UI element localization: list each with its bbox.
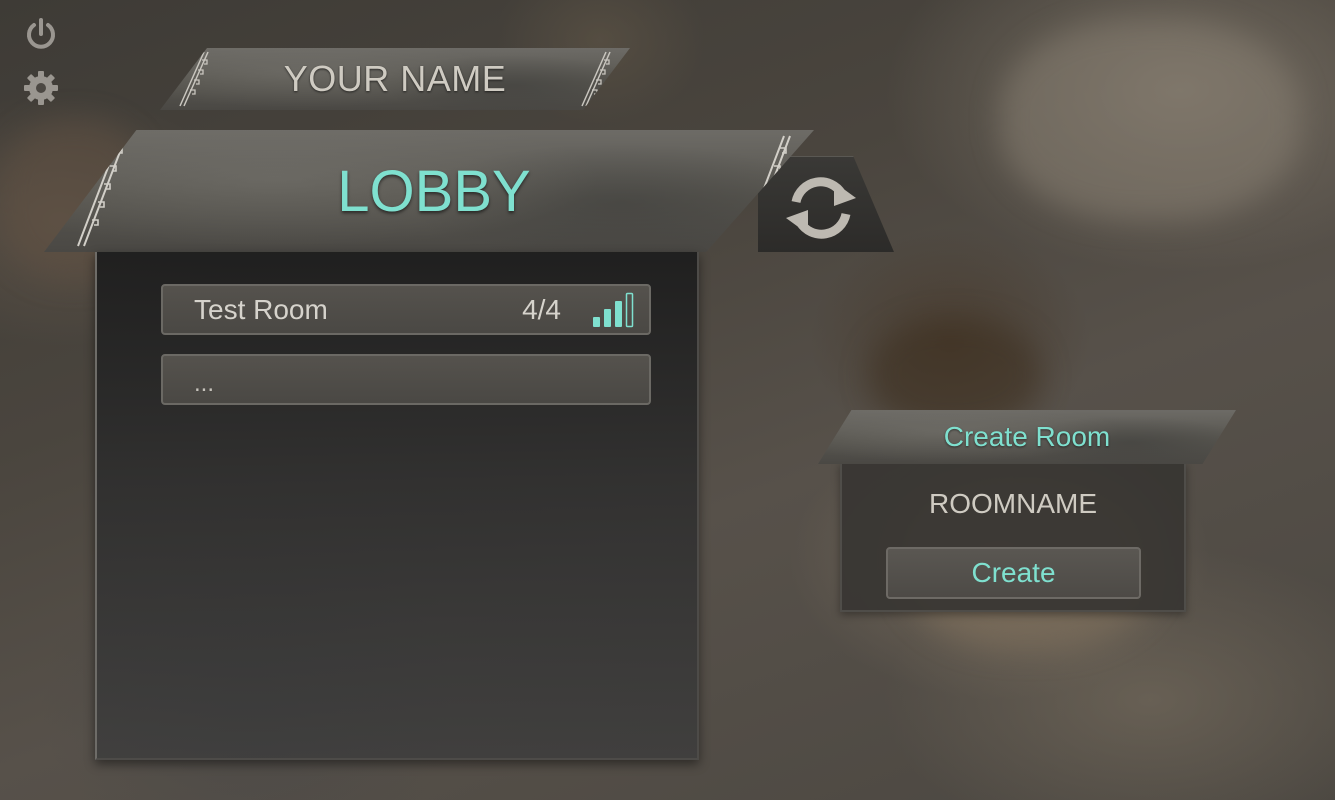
meander-ornament [581, 51, 611, 107]
create-room-banner: Create Room [818, 410, 1236, 464]
lobby-banner: LOBBY [44, 130, 814, 252]
create-room-title: Create Room [943, 421, 1111, 452]
room-name-input[interactable] [842, 484, 1184, 524]
lobby-title: LOBBY [337, 158, 531, 224]
gear-icon[interactable] [22, 69, 60, 107]
create-room-panel: Create [840, 462, 1186, 612]
room-name: Test Room [194, 293, 328, 325]
background-rock [1000, 20, 1300, 220]
refresh-icon[interactable] [780, 172, 862, 244]
room-list-item[interactable]: ... [161, 354, 651, 405]
create-button[interactable]: Create [886, 547, 1141, 599]
player-name-label: YOUR NAME [283, 58, 507, 99]
room-list-panel: Test Room 4/4 ... [95, 252, 699, 760]
player-name-banner[interactable]: YOUR NAME [160, 48, 630, 110]
power-icon[interactable] [22, 16, 60, 54]
meander-ornament [179, 51, 209, 107]
signal-icon [593, 292, 634, 327]
room-list-item[interactable]: Test Room 4/4 [161, 284, 651, 335]
room-player-count: 4/4 [522, 293, 561, 325]
room-name: ... [194, 369, 215, 397]
